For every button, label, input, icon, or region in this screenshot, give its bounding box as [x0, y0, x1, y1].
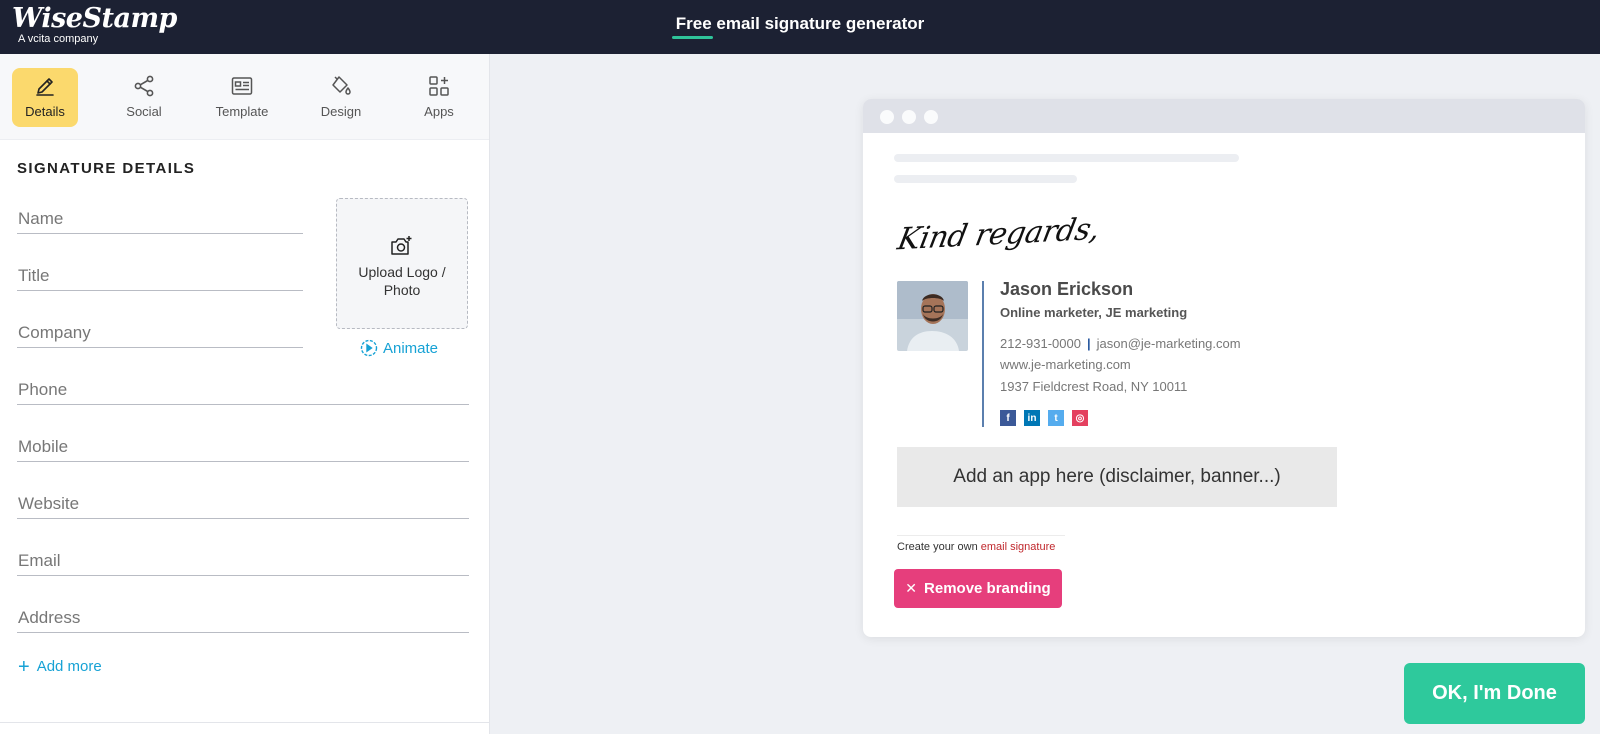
name-field[interactable]	[17, 205, 303, 234]
add-more-label: Add more	[36, 658, 102, 675]
play-circle-icon	[360, 339, 378, 357]
title-field[interactable]	[17, 262, 303, 291]
window-dot	[924, 110, 938, 124]
title-rest: email signature generator	[711, 14, 925, 33]
signature-email[interactable]: jason@je-marketing.com	[1097, 336, 1241, 351]
website-field[interactable]	[17, 490, 469, 519]
tab-details[interactable]: Details	[12, 68, 78, 127]
add-app-placeholder[interactable]: Add an app here (disclaimer, banner...)	[897, 447, 1337, 507]
remove-branding-label: Remove branding	[924, 580, 1051, 597]
linkedin-icon[interactable]: in	[1024, 410, 1040, 426]
signature-preview-window: Kind regards, Jason Erickson Online mark…	[863, 99, 1585, 637]
company-field[interactable]	[17, 319, 303, 348]
signature-website[interactable]: www.je-marketing.com	[1000, 357, 1131, 372]
pencil-icon	[36, 78, 54, 96]
phone-field[interactable]	[17, 376, 469, 405]
tab-label: Apps	[424, 104, 454, 119]
placeholder-line	[894, 175, 1077, 183]
title-highlight: Free	[675, 14, 712, 33]
editor-panel: Details Social Template Design Apps SIGN…	[0, 54, 490, 734]
profile-photo[interactable]	[897, 281, 968, 351]
close-icon: ✕	[905, 580, 918, 596]
window-title-bar	[863, 99, 1585, 133]
paint-bucket-icon	[332, 76, 351, 95]
signature-name: Jason Erickson	[1000, 279, 1134, 299]
share-icon	[134, 75, 154, 97]
signature-address: 1937 Fieldcrest Road, NY 10011	[1000, 379, 1188, 394]
contact-separator: |	[1086, 336, 1091, 351]
branding-prefix: Create your own	[897, 541, 981, 553]
animate-label: Animate	[383, 339, 439, 357]
signature-phone: 212-931-0000	[1000, 336, 1081, 351]
template-icon	[231, 77, 253, 95]
tab-template[interactable]: Template	[209, 68, 275, 127]
email-field[interactable]	[17, 547, 469, 576]
editor-tabs: Details Social Template Design Apps	[0, 54, 489, 140]
tab-label: Design	[320, 104, 362, 119]
animate-link[interactable]: Animate	[360, 339, 438, 357]
mobile-field[interactable]	[17, 433, 469, 462]
facebook-icon[interactable]: f	[1000, 410, 1016, 426]
plus-icon: +	[18, 655, 30, 678]
tab-label: Details	[25, 104, 65, 119]
done-button[interactable]: OK, I'm Done	[1404, 663, 1585, 724]
tab-label: Social	[126, 104, 162, 119]
tab-apps[interactable]: Apps	[406, 68, 472, 127]
branding-text: Create your own email signature	[897, 541, 1055, 553]
upload-logo-button[interactable]: Upload Logo / Photo	[336, 198, 468, 329]
twitter-icon[interactable]: t	[1048, 410, 1064, 426]
tab-label: Template	[215, 104, 269, 119]
signature-role: Online marketer, JE marketing	[1000, 305, 1188, 320]
add-more-link[interactable]: + Add more	[18, 655, 102, 678]
window-dot	[880, 110, 894, 124]
email-signature-link[interactable]: email signature	[981, 541, 1056, 553]
remove-branding-button[interactable]: ✕ Remove branding	[894, 569, 1062, 608]
divider	[897, 535, 1065, 536]
signoff-greeting: Kind regards,	[894, 211, 1103, 258]
address-field[interactable]	[17, 604, 469, 633]
signature-contact-line: 212-931-0000 | jason@je-marketing.com	[1000, 336, 1241, 351]
window-dot	[902, 110, 916, 124]
tab-social[interactable]: Social	[111, 68, 177, 127]
signature-divider	[982, 281, 984, 427]
placeholder-line	[894, 154, 1239, 162]
instagram-icon[interactable]: ◎	[1072, 410, 1088, 426]
section-title: SIGNATURE DETAILS	[17, 160, 196, 177]
top-header: WiseStamp A vcita company Free email sig…	[0, 0, 1600, 54]
camera-icon	[391, 236, 412, 255]
divider	[0, 722, 489, 723]
page-title: Free email signature generator	[0, 14, 1600, 34]
apps-grid-icon	[429, 76, 449, 96]
upload-label: Upload Logo / Photo	[358, 264, 446, 298]
tab-design[interactable]: Design	[308, 68, 374, 127]
social-icons: f in t ◎	[1000, 410, 1096, 426]
